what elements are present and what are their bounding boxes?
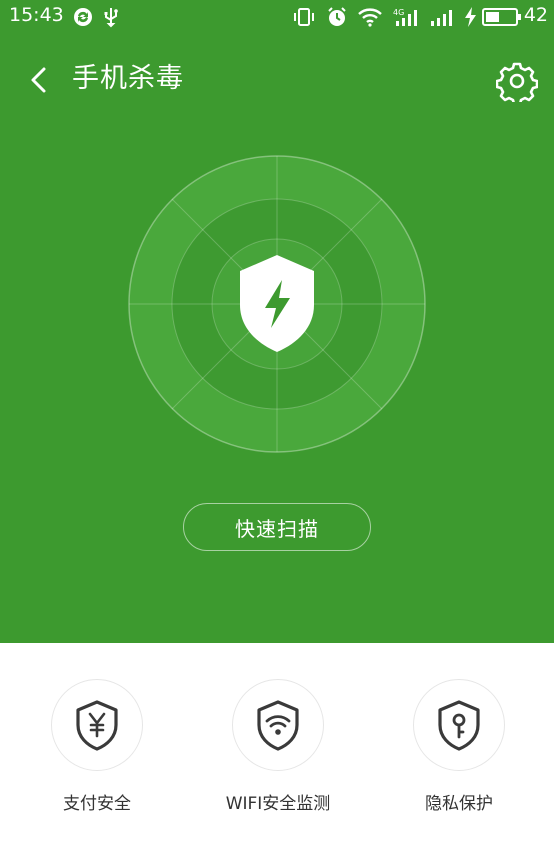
battery-percent: 42 [523, 4, 548, 26]
page-title: 手机杀毒 [72, 63, 184, 94]
chevron-left-icon [31, 67, 46, 93]
gear-icon [495, 62, 539, 106]
signal-4g-icon: 4G [393, 8, 417, 26]
feature-label: 隐私保护 [425, 794, 493, 814]
scan-radar [128, 155, 426, 453]
battery-icon [482, 8, 521, 26]
feature-label: 支付安全 [63, 794, 131, 814]
network-label: 4G [393, 8, 404, 17]
feature-panel: 支付安全 WIFI安全监测 隐私保护 [0, 643, 554, 853]
feature-icon-circle [232, 679, 324, 771]
feature-icon-circle [413, 679, 505, 771]
feature-payment-security[interactable]: 支付安全 [7, 679, 187, 819]
signal-icon [431, 10, 452, 26]
sync-icon [74, 8, 92, 26]
back-button[interactable] [22, 62, 58, 98]
charging-icon [465, 7, 476, 27]
feature-wifi-security[interactable]: WIFI安全监测 [188, 679, 368, 819]
feature-icon-circle [51, 679, 143, 771]
shield-yen-icon [76, 700, 118, 751]
status-bar: 15:43 4G 42 [0, 0, 554, 34]
status-time: 15:43 [9, 4, 64, 26]
wifi-icon [358, 8, 382, 27]
usb-icon [104, 8, 118, 28]
shield-wifi-icon [257, 700, 299, 751]
vibrate-icon [294, 8, 314, 26]
header-bar: 手机杀毒 [0, 52, 554, 108]
feature-privacy-protection[interactable]: 隐私保护 [369, 679, 549, 819]
hero-panel: 15:43 4G 42 手机杀毒 快速扫描 [0, 0, 554, 643]
feature-label: WIFI安全监测 [225, 794, 331, 814]
settings-button[interactable] [495, 60, 539, 106]
shield-key-icon [438, 700, 480, 751]
alarm-icon [328, 7, 346, 26]
quick-scan-button[interactable]: 快速扫描 [183, 503, 371, 551]
